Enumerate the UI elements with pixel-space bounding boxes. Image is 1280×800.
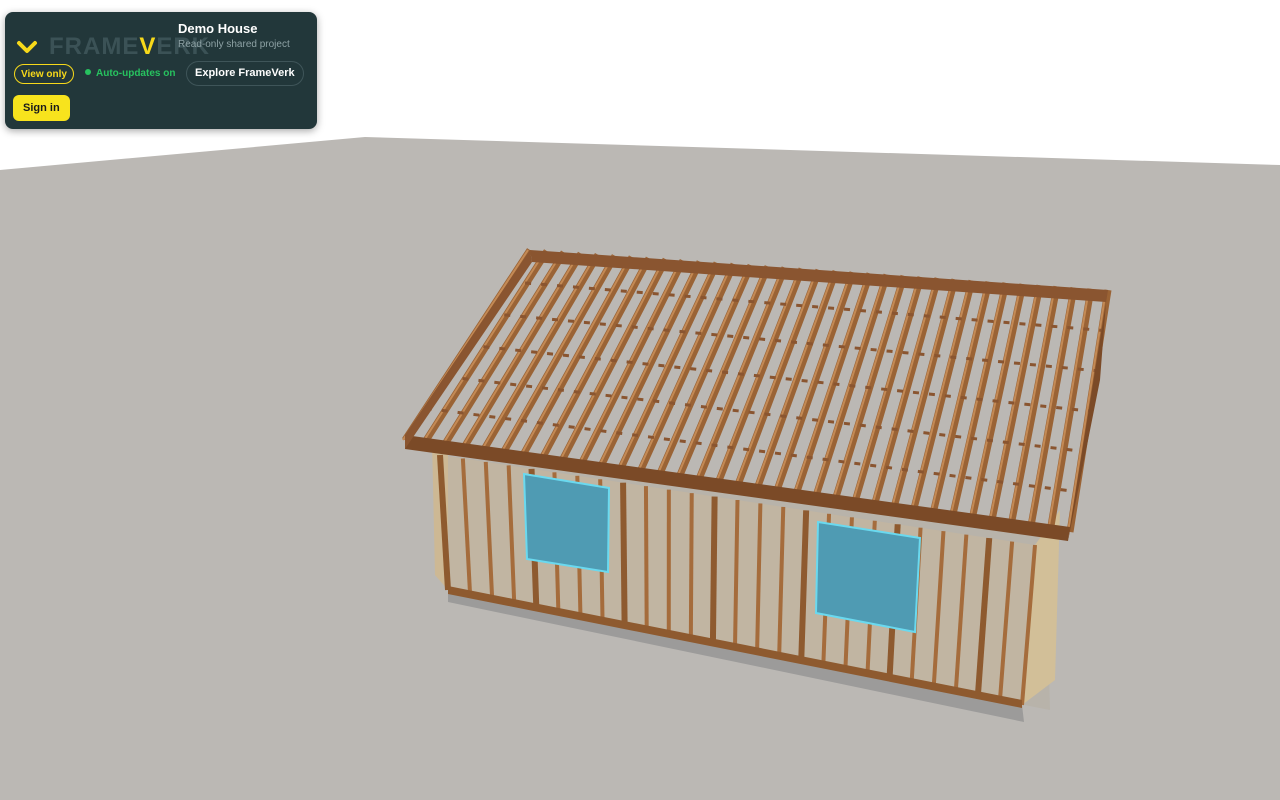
- window-left: [522, 472, 611, 574]
- chevron-down-icon[interactable]: [15, 37, 43, 57]
- sign-in-button[interactable]: Sign in: [13, 95, 70, 121]
- window-right: [814, 520, 922, 634]
- wall-stud: [643, 486, 649, 630]
- logo-prefix: FRAME: [49, 33, 140, 60]
- wall-stud: [733, 499, 740, 648]
- status-dot-icon: [85, 69, 91, 75]
- wall-stud: [620, 482, 628, 626]
- auto-updates-label: Auto-updates on: [96, 68, 176, 79]
- view-only-badge: View only: [14, 64, 74, 84]
- wall-stud: [688, 493, 694, 639]
- explore-frameverk-button[interactable]: Explore FrameVerk: [186, 61, 304, 86]
- project-title-block: Demo House Read-only shared project: [178, 21, 290, 52]
- wall-stud: [709, 496, 718, 644]
- project-title: Demo House: [178, 21, 258, 36]
- logo-accent: V: [139, 33, 157, 60]
- project-panel: FRAMEVERK Demo House Read-only shared pr…: [5, 12, 317, 129]
- auto-updates-status: Auto-updates on: [85, 68, 175, 80]
- project-subtitle: Read-only shared project: [178, 39, 290, 50]
